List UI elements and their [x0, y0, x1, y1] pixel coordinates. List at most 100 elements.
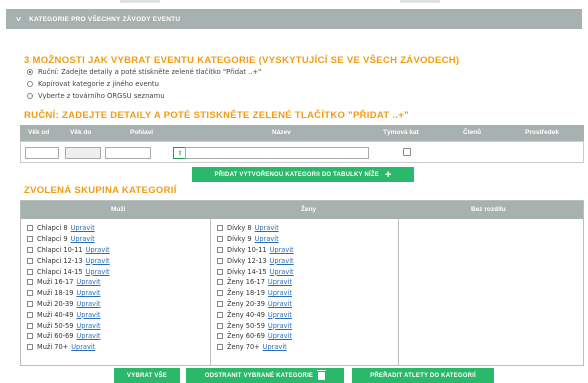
category-item[interactable]: Dívky 12-13 Upravit: [217, 255, 294, 266]
category-item[interactable]: Dívky 10-11 Upravit: [217, 245, 294, 256]
edit-link[interactable]: Upravit: [263, 343, 287, 351]
category-label: Ženy 18-19: [227, 289, 265, 298]
category-checkbox[interactable]: [27, 257, 33, 264]
category-checkbox[interactable]: [217, 257, 223, 264]
edit-link[interactable]: Upravit: [270, 268, 294, 276]
category-item[interactable]: Muži 16-17 Upravit: [27, 277, 110, 288]
edit-link[interactable]: Upravit: [76, 289, 100, 297]
top-tab: [400, 0, 440, 3]
edit-link[interactable]: Upravit: [270, 257, 294, 265]
reassign-athletes-button[interactable]: PŘEŘADIT ATLETY DO KATEGORIÍ: [352, 368, 494, 383]
radio-copy[interactable]: Kopírovat kategorie z jiného eventu: [27, 80, 159, 88]
edit-link[interactable]: Upravit: [268, 311, 292, 319]
category-item[interactable]: Ženy 16-17 Upravit: [217, 277, 294, 288]
edit-link[interactable]: Upravit: [86, 257, 110, 265]
category-checkbox[interactable]: [217, 225, 223, 232]
category-item[interactable]: Ženy 20-39 Upravit: [217, 299, 294, 310]
edit-link[interactable]: Upravit: [71, 343, 95, 351]
category-item[interactable]: Dívky 14-15 Upravit: [217, 266, 294, 277]
category-checkbox[interactable]: [217, 322, 223, 329]
edit-link[interactable]: Upravit: [268, 332, 292, 340]
category-item[interactable]: Chlapci 14-15 Upravit: [27, 266, 110, 277]
category-table-header: Muži Ženy Bez rozdílu: [21, 201, 583, 219]
category-item[interactable]: Dívky 9 Upravit: [217, 234, 294, 245]
edit-link[interactable]: Upravit: [76, 278, 100, 286]
selected-heading: ZVOLENÁ SKUPINA KATEGORIÍ: [24, 185, 177, 196]
edit-link[interactable]: Upravit: [255, 235, 279, 243]
category-item[interactable]: Muži 60-69 Upravit: [27, 331, 110, 342]
section-header[interactable]: ∨ KATEGORIE PRO VŠECHNY ZÁVODY EVENTU: [6, 9, 582, 29]
category-item[interactable]: Muži 20-39 Upravit: [27, 299, 110, 310]
top-strip: [0, 0, 588, 9]
radio-indicator[interactable]: [27, 69, 33, 75]
category-item[interactable]: Chlapci 12-13 Upravit: [27, 255, 110, 266]
section-title: KATEGORIE PRO VŠECHNY ZÁVODY EVENTU: [29, 15, 181, 23]
category-item[interactable]: Ženy 70+ Upravit: [217, 342, 294, 353]
category-item[interactable]: Muži 50-59 Upravit: [27, 320, 110, 331]
category-checkbox[interactable]: [217, 279, 223, 286]
category-checkbox[interactable]: [27, 300, 33, 307]
edit-link[interactable]: Upravit: [268, 322, 292, 330]
category-checkbox[interactable]: [27, 225, 33, 232]
category-item[interactable]: Ženy 50-59 Upravit: [217, 320, 294, 331]
category-checkbox[interactable]: [217, 300, 223, 307]
edit-link[interactable]: Upravit: [71, 235, 95, 243]
add-category-button[interactable]: PŘIDAT VYTVOŘENOU KATEGORII DO TABULKY N…: [192, 167, 414, 182]
category-checkbox[interactable]: [27, 311, 33, 318]
category-name-input[interactable]: [185, 147, 369, 159]
radio-factory[interactable]: Vyberte z továrního ORGSU seznamu: [27, 92, 165, 100]
category-checkbox[interactable]: [217, 268, 223, 275]
category-checkbox[interactable]: [27, 268, 33, 275]
radio-indicator[interactable]: [27, 81, 33, 87]
category-checkbox[interactable]: [217, 311, 223, 318]
category-checkbox[interactable]: [217, 246, 223, 253]
category-item[interactable]: Muži 40-49 Upravit: [27, 309, 110, 320]
category-checkbox[interactable]: [27, 333, 33, 340]
category-item[interactable]: Muži 70+ Upravit: [27, 342, 110, 353]
category-item[interactable]: Muži 18-19 Upravit: [27, 288, 110, 299]
edit-link[interactable]: Upravit: [255, 224, 279, 232]
edit-link[interactable]: Upravit: [76, 322, 100, 330]
edit-link[interactable]: Upravit: [268, 289, 292, 297]
category-item[interactable]: Chlapci 10-11 Upravit: [27, 245, 110, 256]
category-checkbox[interactable]: [27, 344, 33, 351]
category-checkbox[interactable]: [27, 322, 33, 329]
category-checkbox[interactable]: [27, 246, 33, 253]
category-checkbox[interactable]: [27, 279, 33, 286]
edit-link[interactable]: Upravit: [268, 278, 292, 286]
team-category-checkbox[interactable]: [403, 148, 411, 156]
edit-link[interactable]: Upravit: [76, 300, 100, 308]
radio-indicator[interactable]: [27, 93, 33, 99]
category-label: Chlapci 9: [37, 235, 68, 244]
category-item[interactable]: Ženy 40-49 Upravit: [217, 309, 294, 320]
men-column: Chlapci 8 Upravit Chlapci 9 Upravit Chlapci …: [21, 219, 211, 365]
category-checkbox[interactable]: [27, 290, 33, 297]
category-item[interactable]: Dívky 8 Upravit: [217, 223, 294, 234]
age-to-input[interactable]: [65, 147, 101, 159]
radio-manual[interactable]: Ruční: Zadejte detaily a poté stiskněte …: [27, 68, 261, 76]
category-checkbox[interactable]: [217, 344, 223, 351]
category-item[interactable]: Ženy 60-69 Upravit: [217, 331, 294, 342]
edit-link[interactable]: Upravit: [76, 332, 100, 340]
edit-link[interactable]: Upravit: [76, 311, 100, 319]
remove-selected-button[interactable]: ODSTRANIT VYBRANÉ KATEGORIE: [186, 368, 344, 383]
category-item[interactable]: Chlapci 9 Upravit: [27, 234, 110, 245]
edit-link[interactable]: Upravit: [270, 246, 294, 254]
edit-link[interactable]: Upravit: [86, 268, 110, 276]
edit-link[interactable]: Upravit: [268, 300, 292, 308]
category-checkbox[interactable]: [217, 290, 223, 297]
category-label: Ženy 16-17: [227, 278, 265, 287]
category-checkbox[interactable]: [217, 236, 223, 243]
add-category-label: PŘIDAT VYTVOŘENOU KATEGORII DO TABULKY N…: [214, 171, 379, 178]
age-from-input[interactable]: [25, 147, 59, 159]
category-label: Ženy 50-59: [227, 321, 265, 330]
category-item[interactable]: Ženy 18-19 Upravit: [217, 288, 294, 299]
gender-select[interactable]: [105, 147, 151, 159]
select-all-button[interactable]: VYBRAT VŠE: [114, 368, 180, 383]
category-checkbox[interactable]: [27, 236, 33, 243]
edit-link[interactable]: Upravit: [71, 224, 95, 232]
category-checkbox[interactable]: [217, 333, 223, 340]
category-item[interactable]: Chlapci 8 Upravit: [27, 223, 110, 234]
chevron-down-icon: ∨: [14, 15, 23, 23]
edit-link[interactable]: Upravit: [86, 246, 110, 254]
